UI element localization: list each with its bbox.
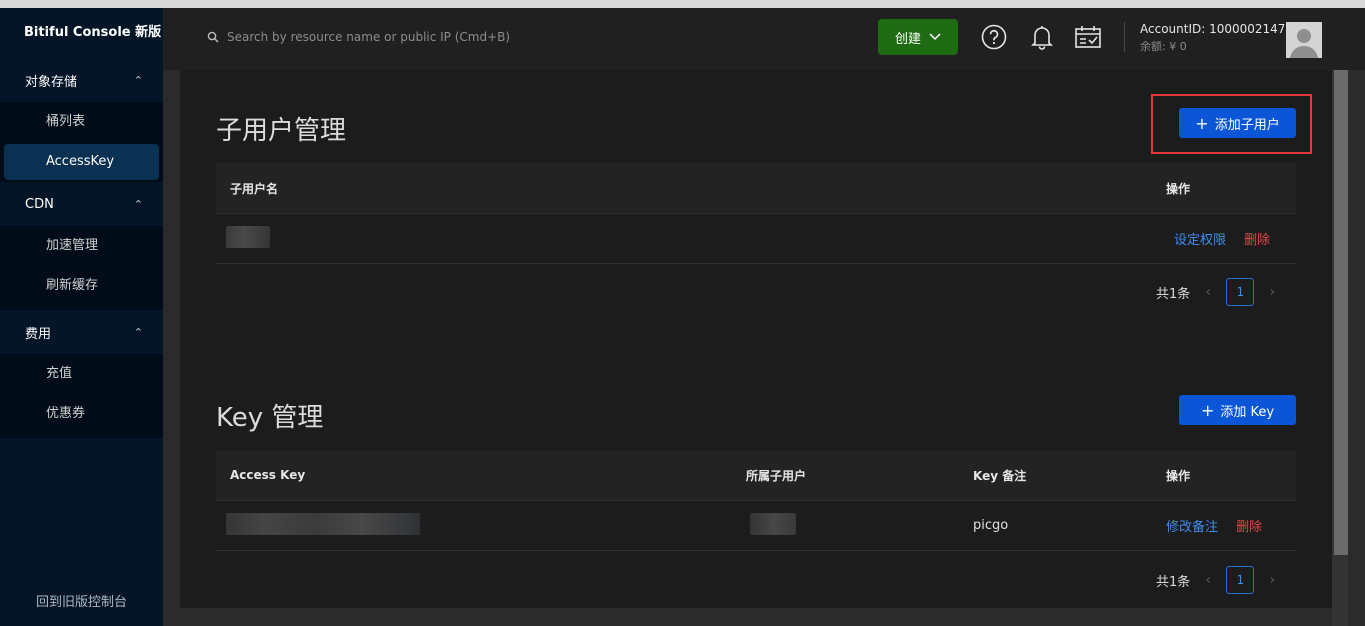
table-row: 设定权限 删除 [216,213,1296,264]
account-balance: 余额: ¥ 0 [1140,40,1187,53]
column-header: 操作 [1166,181,1191,196]
search-input[interactable]: Search by resource name or public IP (Cm… [207,30,510,44]
sidebar-item-accesskey[interactable]: AccessKey [4,144,159,180]
subusers-table: 子用户名 操作 设定权限 删除 [216,163,1296,264]
set-permissions-link[interactable]: 设定权限 [1174,233,1226,248]
next-page-icon[interactable]: › [1260,572,1284,588]
keys-table: Access Key 所属子用户 Key 备注 操作 picgo 修改备注 删除 [216,450,1296,551]
row-actions: 设定权限 删除 [1160,229,1296,248]
row-actions: 修改备注 删除 [1152,516,1296,535]
sidebar-item-bucket-list[interactable]: 桶列表 [0,104,163,144]
table-header: 子用户名 操作 [216,163,1296,213]
page-number[interactable]: 1 [1226,278,1255,306]
sidebar-group-billing[interactable]: 费用 ⌃ [0,310,163,354]
keys-pagination: 共1条 ‹ 1 › [1156,566,1290,594]
sidebar-group-cdn[interactable]: CDN ⌃ [0,182,163,226]
chevron-up-icon: ⌃ [133,73,143,87]
add-subuser-label: 添加子用户 [1214,117,1280,133]
avatar[interactable] [1286,22,1322,58]
total-count: 共1条 [1156,286,1191,302]
subusers-pagination: 共1条 ‹ 1 › [1156,278,1290,306]
scrollbar-thumb[interactable] [1334,70,1348,555]
top-bar: Search by resource name or public IP (Cm… [163,8,1365,70]
create-button[interactable]: 创建 [878,19,958,55]
delete-link[interactable]: 删除 [1244,233,1270,248]
prev-page-icon[interactable]: ‹ [1196,284,1220,300]
column-header: 所属子用户 [746,468,807,483]
add-key-label: 添加 Key [1220,404,1275,420]
chevron-up-icon: ⌃ [133,325,143,339]
sidebar-group-body: 充值 优惠券 [0,354,163,438]
account-id: AccountID: 1000002147 [1140,22,1286,36]
sidebar-group-storage[interactable]: 对象存储 ⌃ [0,58,163,102]
table-header: Access Key 所属子用户 Key 备注 操作 [216,450,1296,500]
edit-note-link[interactable]: 修改备注 [1166,520,1218,535]
redacted-access-key [216,512,732,539]
subusers-title: 子用户管理 [216,116,347,146]
total-count: 共1条 [1156,574,1191,590]
plus-icon: + [1195,113,1209,133]
next-page-icon[interactable]: › [1260,284,1284,300]
plus-icon: + [1200,400,1215,420]
sidebar-group-label: 对象存储 [25,74,78,90]
redacted-username [216,225,1160,252]
topbar-divider [1124,22,1125,52]
sidebar-item-recharge[interactable]: 充值 [0,356,163,396]
sidebar-group-label: 费用 [25,326,52,342]
sidebar-group-body: 加速管理 刷新缓存 [0,226,163,310]
table-row: picgo 修改备注 删除 [216,500,1296,551]
add-subuser-button[interactable]: + 添加子用户 [1179,108,1296,138]
window-top-strip [0,0,1365,8]
create-label: 创建 [894,31,921,47]
calendar-check-icon[interactable] [1073,22,1103,52]
chevron-up-icon: ⌃ [133,197,143,211]
column-header: Key 备注 [973,468,1027,483]
prev-page-icon[interactable]: ‹ [1196,572,1220,588]
page-number[interactable]: 1 [1226,566,1255,594]
chevron-down-icon [929,33,941,41]
keys-title: Key 管理 [216,403,324,433]
brand-title: Bitiful Console 新版 [24,25,162,40]
sidebar: Bitiful Console 新版 对象存储 ⌃ 桶列表 AccessKey … [0,8,163,626]
sidebar-group-body: 桶列表 AccessKey [0,102,163,182]
redacted-subuser [732,512,959,539]
back-to-old-console-link[interactable]: 回到旧版控制台 [0,591,163,610]
search-placeholder: Search by resource name or public IP (Cm… [227,30,511,44]
add-key-button[interactable]: + 添加 Key [1179,395,1296,425]
help-icon[interactable] [979,22,1009,52]
key-note: picgo [973,518,1009,533]
delete-link[interactable]: 删除 [1236,520,1262,535]
bell-icon[interactable] [1027,22,1057,52]
account-info[interactable]: AccountID: 1000002147 余额: ¥ 0 [1140,21,1285,55]
sidebar-group-label: CDN [25,196,54,212]
sidebar-item-refresh-cache[interactable]: 刷新缓存 [0,268,163,308]
search-icon [207,31,219,43]
main-content: 子用户管理 + 添加子用户 子用户名 操作 设定权限 删除 共1条 ‹ 1 › … [180,70,1332,608]
sidebar-item-acceleration[interactable]: 加速管理 [0,228,163,268]
column-header: 操作 [1166,468,1191,483]
column-header: 子用户名 [230,181,279,196]
column-header: Access Key [230,468,306,482]
sidebar-item-coupons[interactable]: 优惠券 [0,396,163,436]
